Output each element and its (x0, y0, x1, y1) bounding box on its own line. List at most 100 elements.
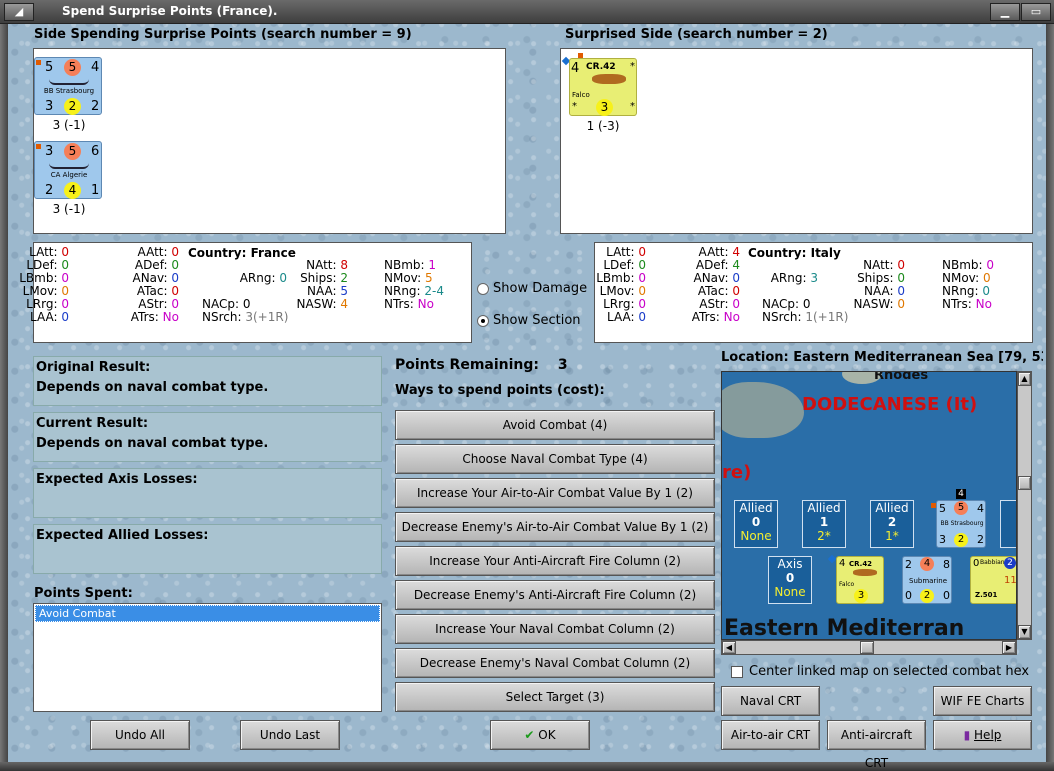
unit-badge: 2 (1004, 557, 1016, 569)
unit-value: 4 (571, 61, 580, 76)
map-view[interactable]: Rhodes DODECANESE (It) re) Allied 0 None… (721, 371, 1017, 640)
stack-count: 4 (956, 489, 966, 499)
stat-value: 3(+1R) (245, 310, 289, 324)
scroll-up-button[interactable]: ▲ (1018, 372, 1031, 386)
increase-air-to-air-button[interactable]: Increase Your Air-to-Air Combat Value By… (395, 478, 715, 508)
stat-label: NACp: (762, 297, 800, 311)
show-damage-radio[interactable]: Show Damage (477, 281, 587, 296)
country-label: Country: (188, 246, 247, 260)
select-target-button[interactable]: Select Target (3) (395, 682, 715, 712)
region-label: DODECANESE (It) (802, 394, 978, 415)
stat-value: 0 (171, 271, 179, 285)
maximize-button[interactable]: ▭ (1021, 3, 1051, 21)
unit-value: 3 (45, 144, 54, 159)
center-map-checkbox[interactable]: Center linked map on selected combat hex (731, 664, 1029, 679)
map-horizontal-scrollbar[interactable]: ◀ ▶ (721, 640, 1017, 655)
choose-naval-combat-type-button[interactable]: Choose Naval Combat Type (4) (395, 444, 715, 474)
increase-anti-aircraft-button[interactable]: Increase Your Anti-Aircraft Fire Column … (395, 546, 715, 576)
system-menu-button[interactable]: ◢ (4, 3, 34, 21)
undo-last-button[interactable]: Undo Last (240, 720, 340, 750)
unit-name: CR.42 (586, 62, 616, 72)
stat-value: 2-4 (424, 284, 445, 298)
unit-name: CR.42 (849, 560, 873, 568)
points-spent-list[interactable]: Avoid Combat (33, 603, 382, 712)
stat-value: 4 (340, 297, 348, 311)
scroll-thumb[interactable] (860, 641, 874, 654)
stat-label: LRrg: (26, 297, 58, 311)
stat-value: 0 (61, 284, 69, 298)
combat-cell-allied-0[interactable]: Allied 0 None (734, 500, 778, 548)
stat-value: 0 (171, 297, 179, 311)
stat-label: Ships: (857, 271, 894, 285)
scroll-down-button[interactable]: ▼ (1018, 625, 1031, 639)
help-button[interactable]: ▮ Help (933, 720, 1032, 750)
combat-cell-allied-1[interactable]: Allied 1 2* (802, 500, 846, 548)
show-section-radio[interactable]: Show Section (477, 313, 581, 328)
unit-counter-bb-strasbourg[interactable]: 5 5 4 BB Strasbourg 3 2 2 (34, 57, 102, 115)
decrease-enemy-anti-aircraft-button[interactable]: Decrease Enemy's Anti-Aircraft Fire Colu… (395, 580, 715, 610)
unit-value: 8 (943, 558, 950, 571)
stat-label: ARng: (239, 271, 276, 285)
scroll-right-button[interactable]: ▶ (1002, 641, 1016, 654)
naval-crt-button[interactable]: Naval CRT (721, 686, 820, 716)
left-frame (0, 24, 8, 771)
map-unit-submarine[interactable]: 2 4 8 Submarine 0 2 0 (902, 556, 952, 604)
unit-counter-cr42[interactable]: 4 CR.42 * Falco * 3 * (569, 53, 637, 116)
unit-value: 2 (977, 533, 984, 546)
land-shape (722, 382, 804, 438)
stat-value: 5 (425, 271, 433, 285)
map-unit-cr42[interactable]: 4 CR.42 Falco 3 (836, 556, 884, 604)
scroll-left-button[interactable]: ◀ (722, 641, 736, 654)
stat-label: LAA: (606, 310, 635, 324)
radio-icon (477, 282, 489, 295)
stat-label: ARng: (770, 271, 807, 285)
stat-label: ADef: (695, 258, 729, 272)
surprised-units-panel[interactable]: 4 CR.42 * Falco * 3 * 1 (-3) (560, 48, 1033, 234)
wif-charts-button[interactable]: WIF FE Charts (933, 686, 1032, 716)
stat-label: ANav: (693, 271, 729, 285)
map-vertical-scrollbar[interactable]: ▲ ▼ (1017, 371, 1032, 640)
map-unit-bb-strasbourg[interactable]: 5 5 4 BB Strasbourg 3 2 2 (931, 500, 986, 548)
unit-value: 0 (905, 589, 912, 602)
cell-number: 0 (785, 571, 795, 585)
unit-value: 5 (45, 60, 54, 75)
undo-all-button[interactable]: Undo All (90, 720, 190, 750)
stat-value: 0 (171, 258, 179, 272)
avoid-combat-button[interactable]: Avoid Combat (4) (395, 410, 715, 440)
current-result-value: Depends on naval combat type. (36, 436, 269, 451)
stat-value: 0 (171, 245, 179, 259)
minimize-button[interactable]: ▁ (990, 3, 1020, 21)
combat-cell-allied-2[interactable]: Allied 2 1* (870, 500, 914, 548)
list-item[interactable]: Avoid Combat (35, 605, 380, 622)
help-label: Help (974, 728, 1002, 742)
stat-label: NAtt: (863, 258, 894, 272)
unit-counter-ca-algerie[interactable]: 3 5 6 CA Algerie 2 4 1 (34, 141, 102, 199)
increase-naval-combat-button[interactable]: Increase Your Naval Combat Column (2) (395, 614, 715, 644)
title-bar[interactable]: ◢ Spend Surprise Points (France). ▁ ▭ (0, 0, 1054, 24)
scroll-thumb[interactable] (1018, 476, 1031, 490)
country-label: Country: (748, 246, 807, 260)
spending-units-panel[interactable]: 5 5 4 BB Strasbourg 3 2 2 3 (-1) 3 5 6 C… (33, 48, 506, 234)
cell-sub: 2* (817, 529, 831, 543)
air-to-air-crt-button[interactable]: Air-to-air CRT (721, 720, 820, 750)
map-unit-z501[interactable]: 0 Babbiano 2 11 Z.501 (970, 556, 1017, 604)
unit-value: 11 (1004, 575, 1017, 586)
stat-value: 5 (340, 284, 348, 298)
stat-label: LMov: (22, 284, 58, 298)
cell-number: 0 (751, 515, 761, 529)
anti-aircraft-crt-button[interactable]: Anti-aircraft CRT (827, 720, 926, 770)
stat-label: NTrs: (942, 297, 972, 311)
stat-value: 4 (732, 245, 740, 259)
unit-value: 2 (45, 183, 54, 198)
stat-value: 0 (897, 284, 905, 298)
stat-label: AStr: (699, 297, 729, 311)
maximize-icon: ▭ (1030, 5, 1042, 18)
stat-label: LBmb: (596, 271, 635, 285)
ok-button[interactable]: ✔ OK (490, 720, 590, 750)
stat-label: LDef: (603, 258, 635, 272)
decrease-enemy-air-to-air-button[interactable]: Decrease Enemy's Air-to-Air Combat Value… (395, 512, 715, 542)
combat-cell-axis-0[interactable]: Axis 0 None (768, 556, 812, 604)
stat-label: NRng: (384, 284, 421, 298)
unit-subname: Falco (839, 581, 855, 588)
decrease-enemy-naval-combat-button[interactable]: Decrease Enemy's Naval Combat Column (2) (395, 648, 715, 678)
